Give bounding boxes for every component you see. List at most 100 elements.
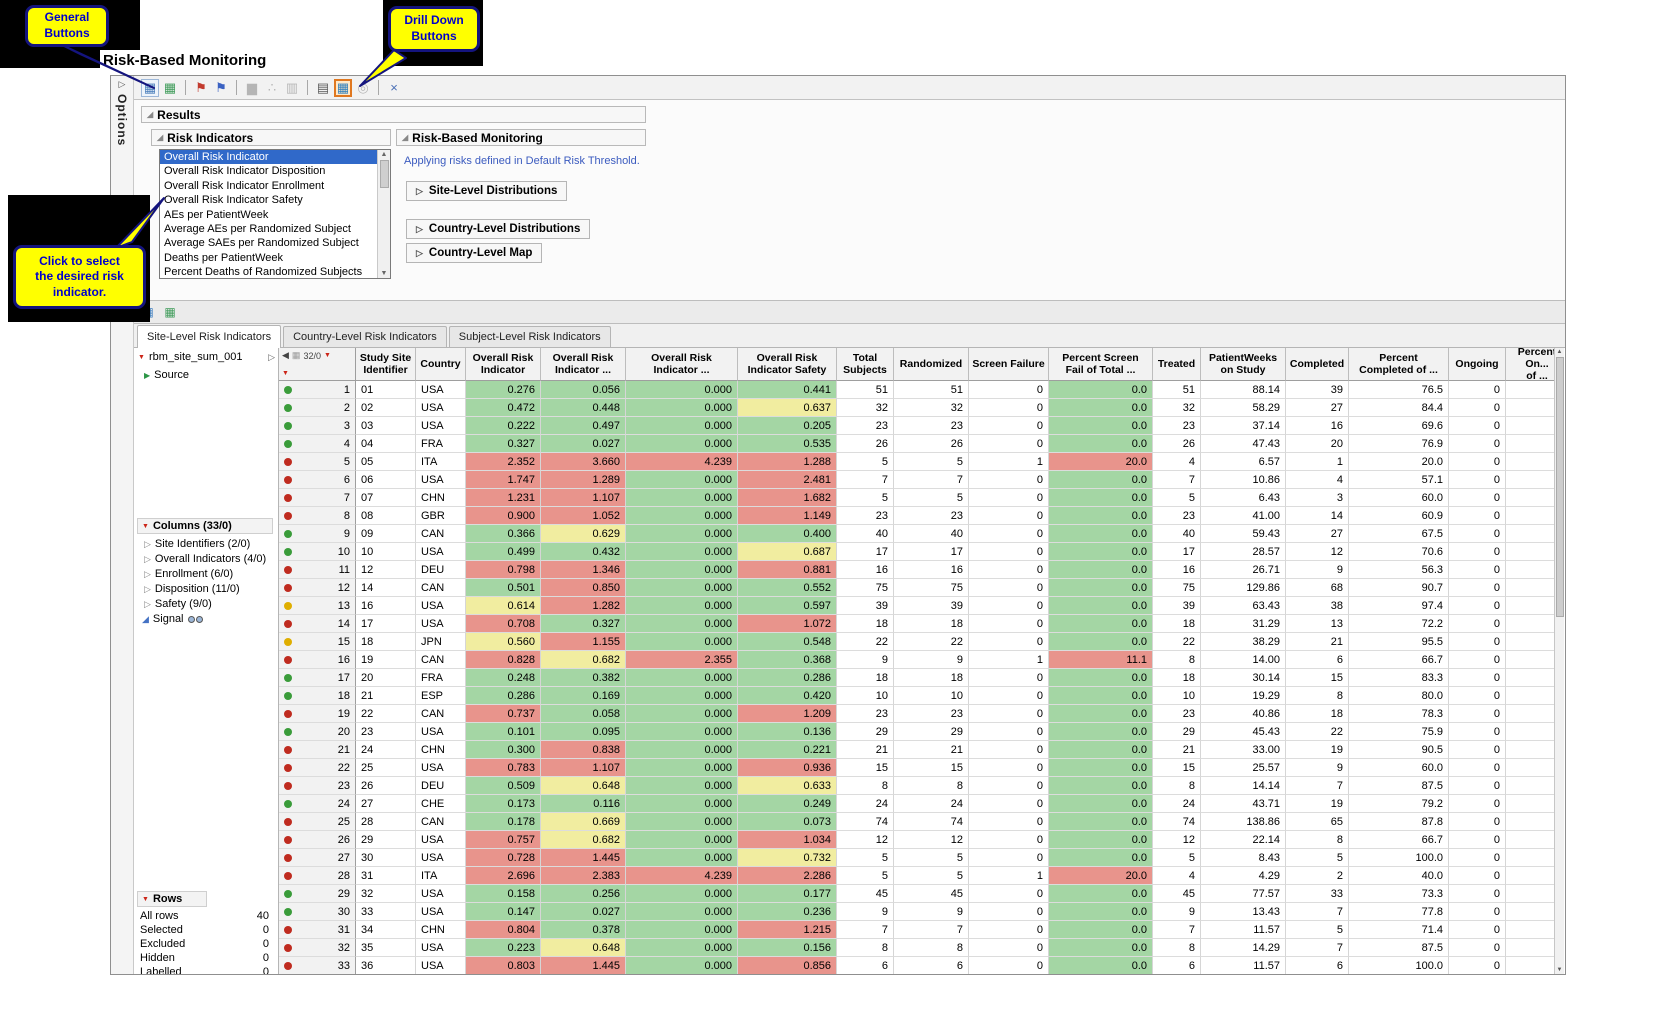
cell[interactable]: 0.286 (738, 669, 837, 687)
cell[interactable]: 0.366 (466, 525, 541, 543)
cell[interactable] (1506, 453, 1554, 471)
cell[interactable]: 6.43 (1201, 489, 1286, 507)
cell[interactable]: CHN (416, 921, 466, 939)
cell[interactable]: 22.14 (1201, 831, 1286, 849)
cell[interactable]: 33 (356, 903, 416, 921)
cell[interactable]: 14.00 (1201, 651, 1286, 669)
cell[interactable]: 30.14 (1201, 669, 1286, 687)
cell[interactable]: 26 (1153, 435, 1201, 453)
column-header-4[interactable]: Overall Risk Indicator ... (626, 348, 738, 381)
results-outline[interactable]: ◢ Results (141, 106, 646, 123)
list-scrollbar[interactable]: ▲ ▼ (377, 150, 390, 278)
cell[interactable]: 04 (356, 435, 416, 453)
cell[interactable]: 95.5 (1349, 633, 1449, 651)
cell[interactable]: 0.056 (541, 381, 626, 399)
cell[interactable]: 16 (837, 561, 894, 579)
cell[interactable]: 7 (1153, 921, 1201, 939)
cell[interactable]: 1.209 (738, 705, 837, 723)
collapse-icon[interactable]: ◢ (147, 110, 153, 119)
column-header-3[interactable]: Overall Risk Indicator ... (541, 348, 626, 381)
cell[interactable]: 0.629 (541, 525, 626, 543)
cell[interactable]: CHN (416, 741, 466, 759)
cell[interactable]: 0.0 (1049, 633, 1153, 651)
cell[interactable]: 0.669 (541, 813, 626, 831)
cell[interactable]: 0.637 (738, 399, 837, 417)
cell[interactable]: 0.000 (626, 543, 738, 561)
cell[interactable]: 3.660 (541, 453, 626, 471)
cell[interactable]: 23 (1153, 417, 1201, 435)
cell[interactable]: 4 (1153, 453, 1201, 471)
cell[interactable]: USA (416, 831, 466, 849)
cell[interactable]: 75 (1153, 579, 1201, 597)
cell[interactable]: 12 (1286, 543, 1349, 561)
cell[interactable]: 33.00 (1201, 741, 1286, 759)
cell[interactable]: 97.4 (1349, 597, 1449, 615)
cell[interactable]: 0.560 (466, 633, 541, 651)
cell[interactable]: 0.000 (626, 849, 738, 867)
cell[interactable]: 0.000 (626, 597, 738, 615)
cell[interactable]: 0.000 (626, 417, 738, 435)
cell[interactable]: 2.352 (466, 453, 541, 471)
cell[interactable]: 58.29 (1201, 399, 1286, 417)
cell[interactable]: 15 (1153, 759, 1201, 777)
cell[interactable]: 0 (969, 507, 1049, 525)
button-country-level-map[interactable]: ▷Country-Level Map (406, 243, 542, 263)
column-header-5[interactable]: Overall Risk Indicator Safety (738, 348, 837, 381)
cell[interactable]: 0 (969, 777, 1049, 795)
cell[interactable]: 18 (356, 633, 416, 651)
table-name-row[interactable]: ▼ rbm_site_sum_001 ▷ (138, 350, 275, 364)
cell[interactable]: 5 (837, 867, 894, 885)
cell[interactable]: 07 (356, 489, 416, 507)
cell[interactable]: USA (416, 471, 466, 489)
cell[interactable]: 0 (969, 615, 1049, 633)
cell[interactable]: 0 (1449, 831, 1506, 849)
cell[interactable] (1506, 921, 1554, 939)
columns-menu-icon[interactable]: ▼ (142, 523, 149, 530)
cell[interactable]: 2.383 (541, 867, 626, 885)
cell[interactable]: 0.682 (541, 831, 626, 849)
cell[interactable]: 0 (969, 705, 1049, 723)
cell[interactable] (1506, 813, 1554, 831)
risk-indicator-option-overall-risk-indicator-enrollment[interactable]: Overall Risk Indicator Enrollment (160, 179, 377, 193)
cell[interactable]: 5 (837, 453, 894, 471)
cell[interactable]: 0.0 (1049, 561, 1153, 579)
cell[interactable]: 03 (356, 417, 416, 435)
cell[interactable]: 24 (894, 795, 969, 813)
cell[interactable]: 1.747 (466, 471, 541, 489)
splitter-bar[interactable]: ▦▦ (134, 300, 1565, 324)
cell[interactable]: 0 (1449, 903, 1506, 921)
cell[interactable]: 0 (969, 597, 1049, 615)
cell[interactable]: 0.000 (626, 489, 738, 507)
cell[interactable]: 76.9 (1349, 435, 1449, 453)
cell[interactable]: 8 (1286, 687, 1349, 705)
cell[interactable]: 0.648 (541, 939, 626, 957)
row-header[interactable]: 22 (279, 759, 356, 777)
cell[interactable]: DEU (416, 777, 466, 795)
cell[interactable]: 1.445 (541, 957, 626, 974)
cell[interactable]: 6 (837, 957, 894, 974)
cell[interactable] (1506, 633, 1554, 651)
cell[interactable]: 18 (1153, 669, 1201, 687)
cell[interactable] (1506, 831, 1554, 849)
cell[interactable]: 0.221 (738, 741, 837, 759)
cell[interactable]: 11.57 (1201, 921, 1286, 939)
cell[interactable]: 67.5 (1349, 525, 1449, 543)
cell[interactable]: 0.803 (466, 957, 541, 974)
cell[interactable]: 06 (356, 471, 416, 489)
cell[interactable]: 21 (837, 741, 894, 759)
cell[interactable]: 5 (1153, 849, 1201, 867)
cell[interactable]: 41.00 (1201, 507, 1286, 525)
row-header[interactable]: 5 (279, 453, 356, 471)
cell[interactable]: 0 (969, 831, 1049, 849)
column-header-1[interactable]: Country (416, 348, 466, 381)
cell[interactable]: 66.7 (1349, 831, 1449, 849)
cell[interactable]: 0.881 (738, 561, 837, 579)
cell[interactable]: 0.472 (466, 399, 541, 417)
cell[interactable] (1506, 723, 1554, 741)
cell[interactable]: 0.737 (466, 705, 541, 723)
row-header[interactable]: 13 (279, 597, 356, 615)
button-site-level-distributions[interactable]: ▷Site-Level Distributions (406, 181, 567, 201)
cell[interactable]: 0 (969, 957, 1049, 974)
cell[interactable]: 0.728 (466, 849, 541, 867)
cell[interactable]: 8.43 (1201, 849, 1286, 867)
